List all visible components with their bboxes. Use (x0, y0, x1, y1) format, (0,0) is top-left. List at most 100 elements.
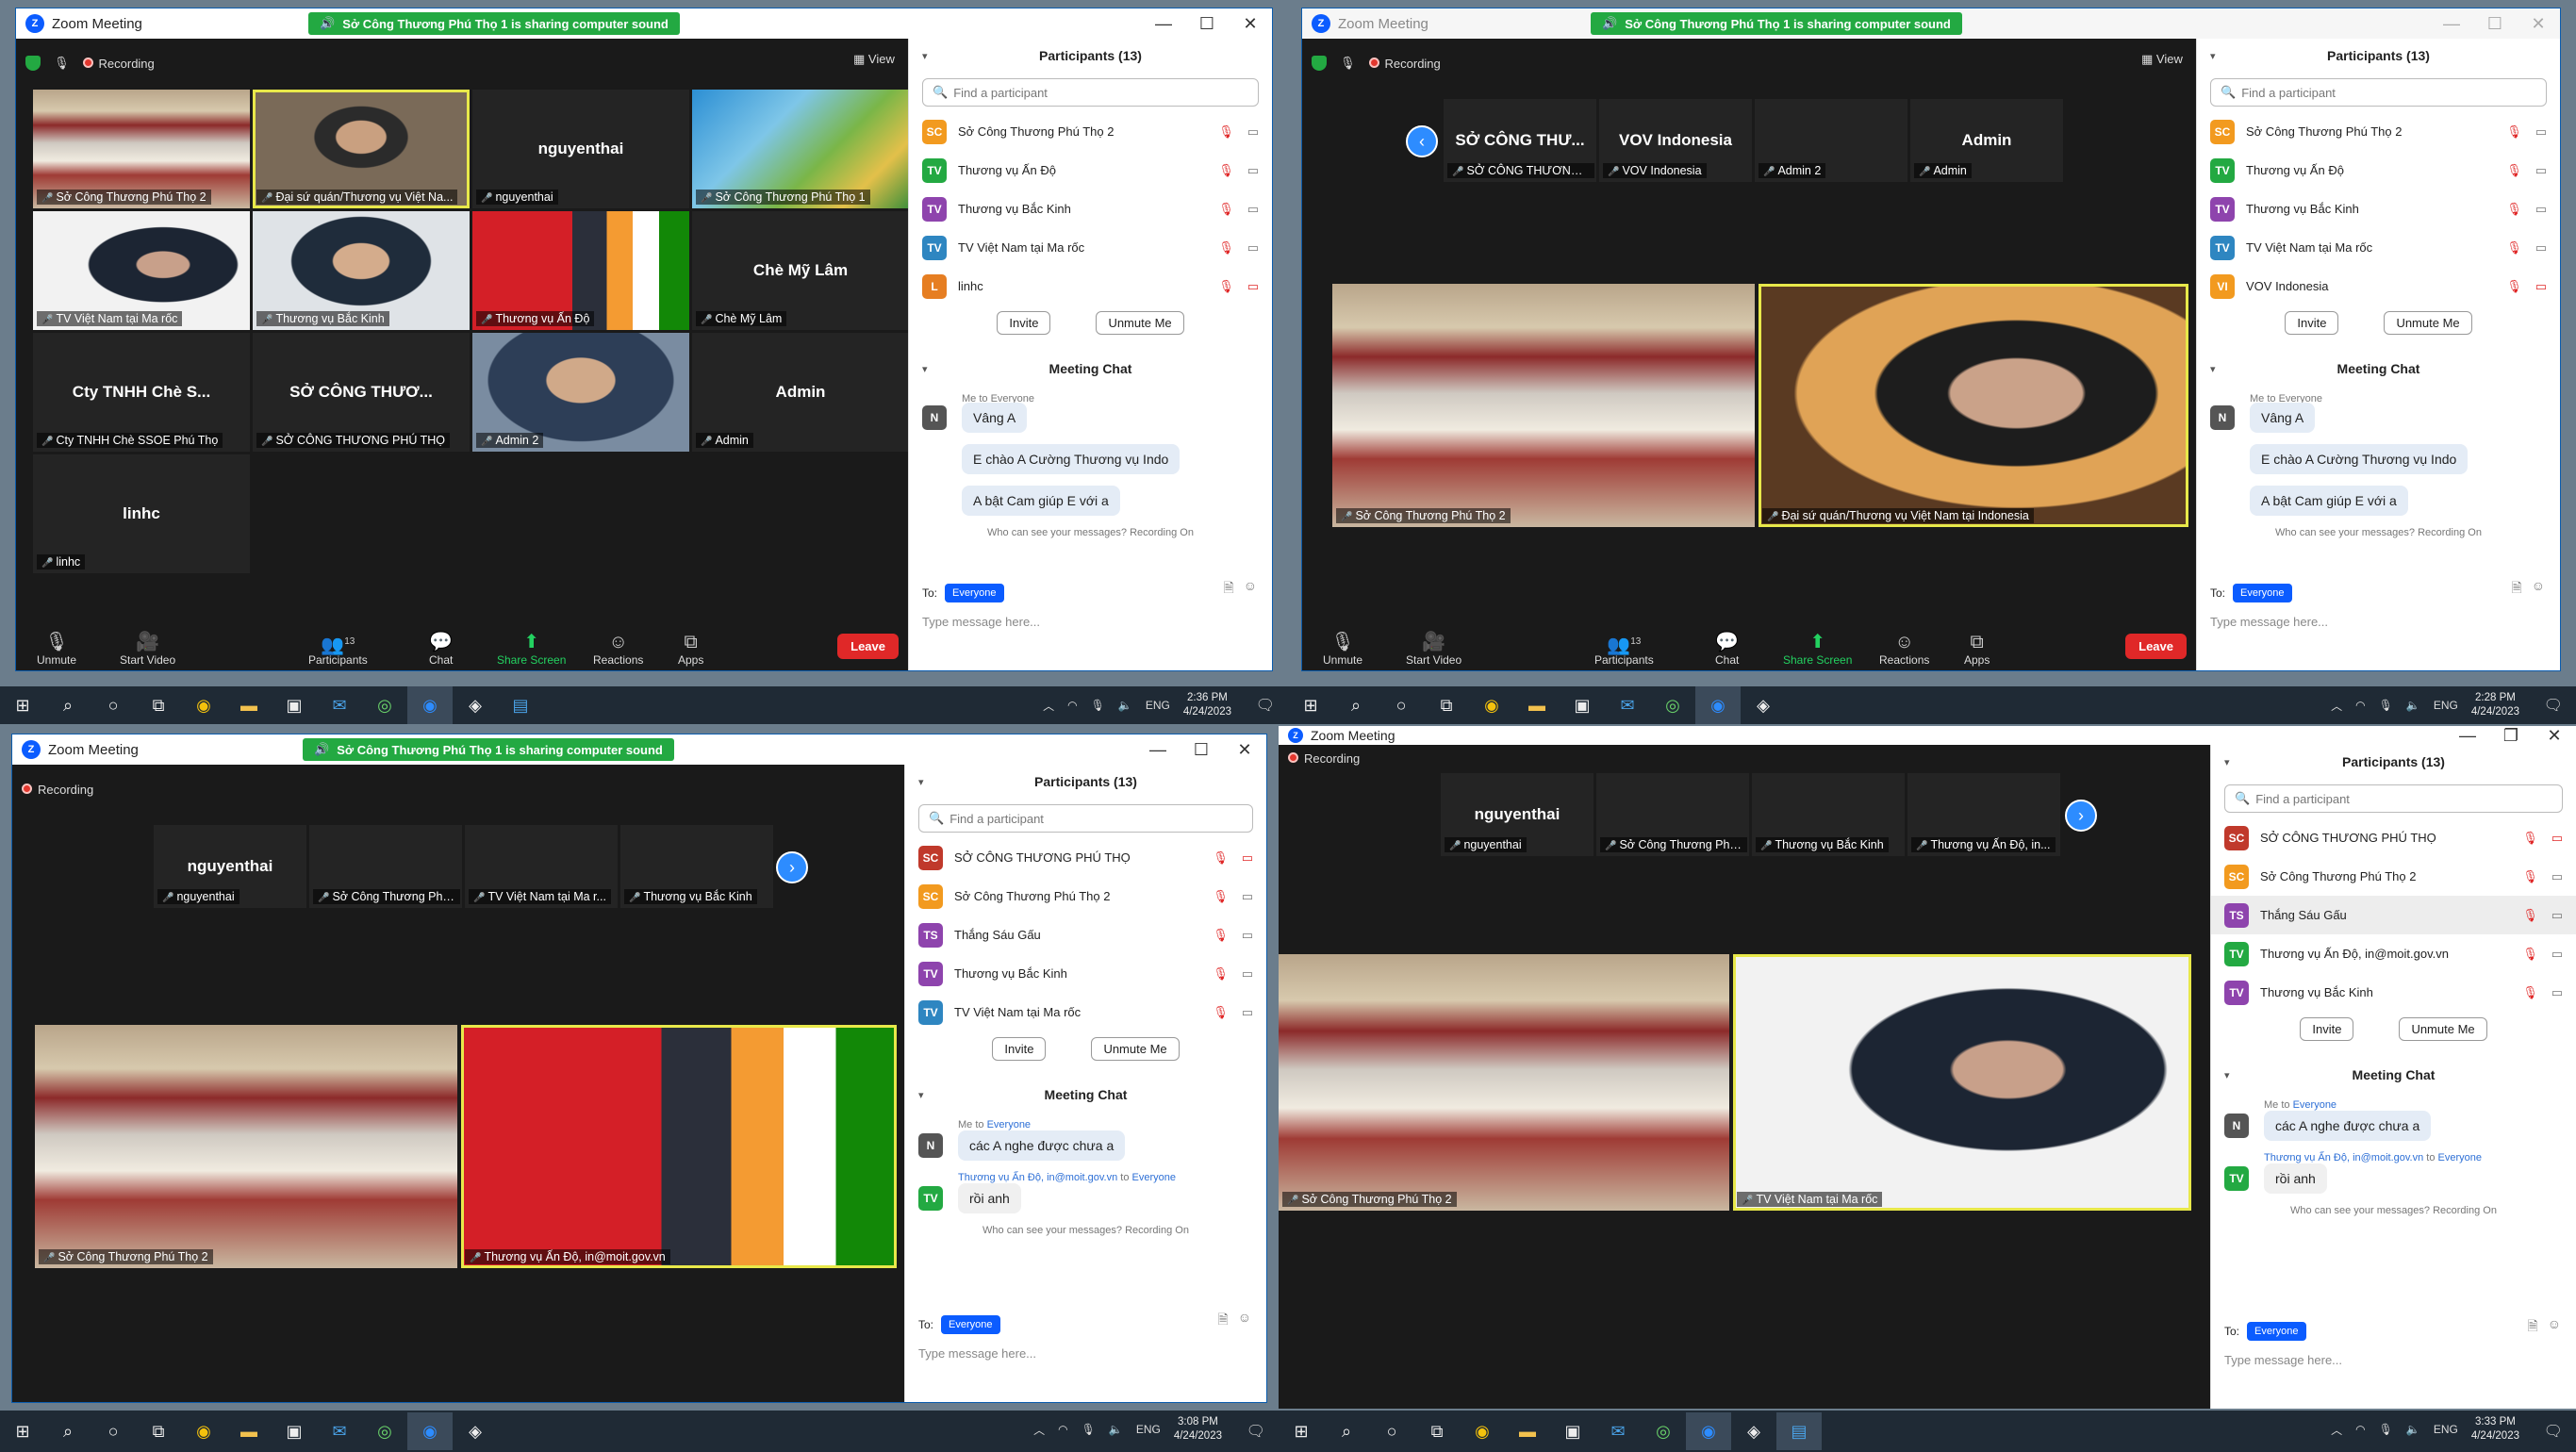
file-explorer-icon[interactable]: ▬ (226, 1412, 272, 1450)
chrome-icon[interactable]: ◉ (1460, 1412, 1505, 1450)
app-icon[interactable]: ◎ (1650, 686, 1695, 724)
file-explorer-icon[interactable]: ▬ (226, 686, 272, 724)
participant-row[interactable]: TV Thương vụ Bắc Kinh 🎙 ▭ (2211, 973, 2576, 1012)
chat-visibility-notice[interactable]: Who can see your messages? Recording On (2210, 527, 2547, 538)
mic-icon[interactable]: 🎙 (1091, 699, 1105, 712)
participant-row[interactable]: TV TV Việt Nam tại Ma rốc 🎙 ▭ (909, 228, 1272, 267)
recording-indicator[interactable]: Recording (1288, 751, 1360, 766)
maximize-icon[interactable]: ☐ (1185, 8, 1229, 39)
search-icon[interactable]: ⌕ (45, 1412, 91, 1450)
participant-search-input[interactable]: 🔍 Find a participant (918, 804, 1253, 833)
video-tile[interactable]: Đại sứ quán/Thương vụ Việt Nam tại Indon… (1759, 284, 2188, 527)
video-icon[interactable]: ▭ (1247, 202, 1259, 217)
cortana-icon[interactable]: ○ (1379, 686, 1424, 724)
participant-row[interactable]: TV Thương vụ Ấn Độ 🎙 ▭ (2197, 151, 2560, 190)
close-icon[interactable]: ✕ (2533, 726, 2576, 745)
participant-search-input[interactable]: 🔍 Find a participant (2210, 78, 2547, 107)
chrome-icon[interactable]: ◉ (181, 1412, 226, 1450)
video-icon[interactable]: ▭ (1242, 1005, 1253, 1020)
view-button[interactable]: ▦ View (853, 52, 895, 67)
store-icon[interactable]: ▣ (272, 1412, 317, 1450)
unmute-me-button[interactable]: Unmute Me (1096, 311, 1184, 335)
start-video-button[interactable]: 🎥 Start Video (1406, 631, 1461, 667)
notification-icon[interactable]: 🗨 (1256, 696, 1275, 715)
video-icon[interactable]: ▭ (2535, 202, 2547, 217)
mail-icon[interactable]: ✉ (1595, 1412, 1641, 1450)
video-tile[interactable]: Admin Admin (692, 333, 909, 452)
app3-icon[interactable]: ▤ (498, 686, 543, 724)
video-tile[interactable]: nguyenthai nguyenthai (1441, 773, 1593, 856)
unmute-button[interactable]: 🎙 Unmute (1323, 631, 1362, 667)
zoom-taskbar-icon[interactable]: ◉ (407, 686, 453, 724)
video-tile[interactable]: Admin Admin (1910, 99, 2063, 182)
video-tile[interactable]: Sở Công Thương Phú Th... (309, 825, 462, 908)
minimize-icon[interactable]: — (2446, 726, 2489, 745)
mic-off-icon[interactable]: 🎙 (2522, 985, 2538, 1000)
mic-off-icon[interactable]: 🎙 (1218, 124, 1234, 140)
mic-off-icon[interactable]: 🎙 (2506, 124, 2522, 140)
mic-icon[interactable]: 🎙 (2379, 699, 2393, 712)
participant-row[interactable]: SC SỞ CÔNG THƯƠNG PHÚ THỌ 🎙 ▭ (2211, 818, 2576, 857)
mic-off-icon[interactable]: 🎙 (1218, 202, 1234, 217)
video-tile[interactable]: Thương vụ Ấn Độ, in@moit.gov.vn (461, 1025, 897, 1268)
close-icon[interactable]: ✕ (1229, 8, 1272, 39)
notification-icon[interactable]: 🗨 (2544, 696, 2563, 715)
recipient-dropdown[interactable]: Everyone (945, 584, 1004, 602)
video-tile[interactable]: Đại sứ quán/Thương vụ Việt Na... (253, 90, 470, 208)
mic-off-icon[interactable]: 🎙 (1218, 279, 1234, 294)
chrome-icon[interactable]: ◉ (181, 686, 226, 724)
video-tile[interactable]: Thương vụ Ấn Độ (472, 211, 689, 330)
recipient-dropdown[interactable]: Everyone (941, 1315, 1000, 1334)
video-icon[interactable]: ▭ (1242, 966, 1253, 982)
video-tile[interactable]: linhc linhc (33, 454, 250, 573)
cortana-icon[interactable]: ○ (91, 1412, 136, 1450)
recipient-dropdown[interactable]: Everyone (2233, 584, 2292, 602)
video-tile[interactable]: nguyenthai nguyenthai (472, 90, 689, 208)
task-view-icon[interactable]: ⧉ (136, 686, 181, 724)
video-off-icon[interactable]: ▭ (2535, 279, 2547, 294)
windows-start-icon[interactable]: ⊞ (1288, 686, 1333, 724)
chevron-down-icon[interactable]: ▾ (918, 1089, 924, 1101)
chat-visibility-notice[interactable]: Who can see your messages? Recording On (922, 527, 1259, 538)
language-indicator[interactable]: ENG (2434, 699, 2458, 712)
chat-button[interactable]: 💬 Chat (1715, 631, 1739, 667)
participant-row[interactable]: Llinhc 🎙 ▭ (909, 267, 1272, 305)
network-icon[interactable]: ◠ (1067, 699, 1077, 712)
unmute-me-button[interactable]: Unmute Me (2384, 311, 2472, 335)
network-icon[interactable]: ◠ (1058, 1423, 1067, 1436)
unmute-button[interactable]: 🎙 Unmute (37, 631, 76, 667)
task-view-icon[interactable]: ⧉ (136, 1412, 181, 1450)
mic-off-icon[interactable]: 🎙 (2522, 908, 2538, 923)
mail-icon[interactable]: ✉ (317, 1412, 362, 1450)
participant-row[interactable]: TV Thương vụ Ấn Độ, in@moit.gov.vn 🎙 ▭ (2211, 934, 2576, 973)
encryption-shield-icon[interactable] (1312, 56, 1327, 71)
zoom-taskbar-icon[interactable]: ◉ (1695, 686, 1741, 724)
unmute-me-button[interactable]: Unmute Me (2399, 1017, 2487, 1041)
video-tile[interactable]: VOV Indonesia VOV Indonesia (1599, 99, 1752, 182)
video-icon[interactable]: ▭ (2535, 163, 2547, 178)
minimize-icon[interactable]: — (2430, 8, 2473, 39)
file-icon[interactable]: 🗎 (1223, 578, 1233, 601)
volume-icon[interactable]: 🔈 (1109, 1423, 1123, 1436)
emoji-icon[interactable]: ☺ (2548, 1316, 2561, 1339)
participant-row[interactable]: SC Sở Công Thương Phú Thọ 2 🎙 ▭ (909, 112, 1272, 151)
app-icon[interactable]: ◎ (362, 1412, 407, 1450)
video-tile[interactable]: SỞ CÔNG THƯ... SỞ CÔNG THƯƠNG ... (1444, 99, 1596, 182)
mic-off-icon[interactable]: 🎙 (1213, 928, 1229, 943)
chat-message-input[interactable]: Type message here... (918, 1346, 1036, 1361)
mail-icon[interactable]: ✉ (317, 686, 362, 724)
mic-off-icon[interactable]: 🎙 (2506, 279, 2522, 294)
mic-off-icon[interactable]: 🎙 (2522, 947, 2538, 962)
chevron-up-icon[interactable]: ︿ (2331, 1422, 2342, 1438)
video-tile[interactable]: Sở Công Thương Phú Thọ 2 (35, 1025, 457, 1268)
reactions-button[interactable]: ☺ Reactions (1879, 631, 1929, 667)
video-tile[interactable]: Thương vụ Bắc Kinh (253, 211, 470, 330)
invite-button[interactable]: Invite (997, 311, 1051, 335)
participant-row[interactable]: SC Sở Công Thương Phú Thọ 2 🎙 ▭ (905, 877, 1266, 916)
recording-indicator[interactable]: Recording (1368, 57, 1441, 71)
video-tile[interactable]: Thương vụ Bắc Kinh (1752, 773, 1905, 856)
mic-off-icon[interactable]: 🎙 (2506, 240, 2522, 256)
cortana-icon[interactable]: ○ (1369, 1412, 1414, 1450)
chevron-down-icon[interactable]: ▾ (2210, 50, 2216, 62)
next-page-button[interactable]: › (776, 851, 808, 883)
